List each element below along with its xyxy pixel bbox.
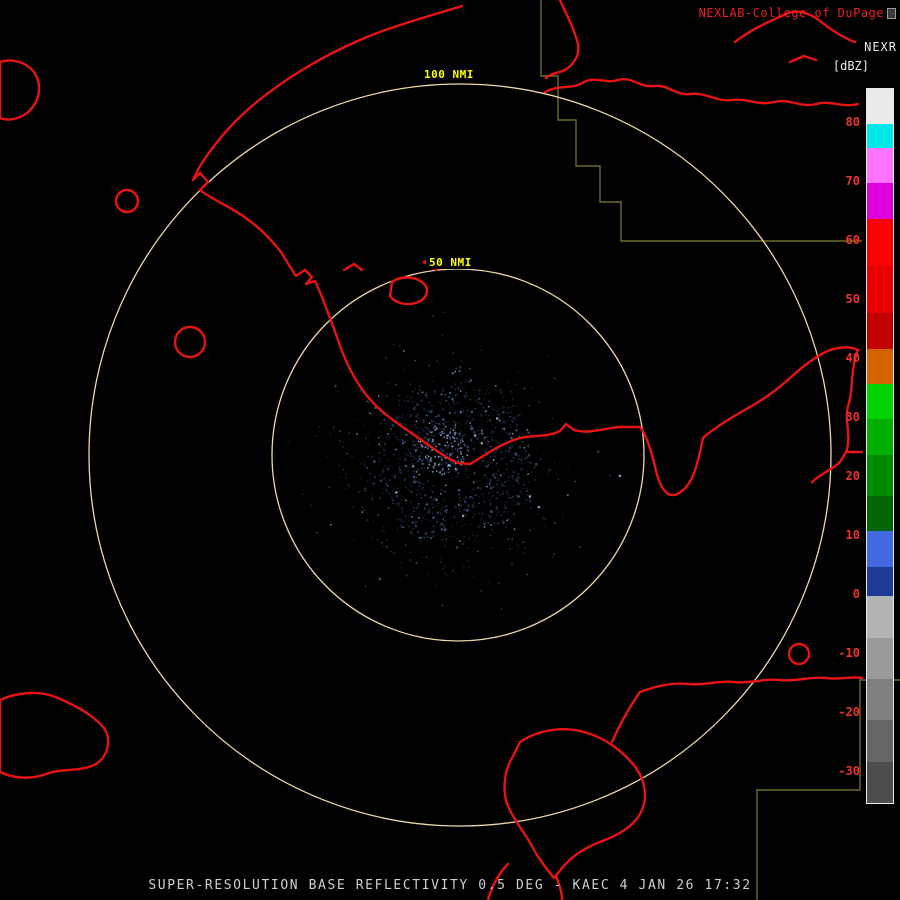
colorbar-segment [867, 638, 893, 679]
colorbar-tick: -10 [820, 646, 860, 660]
island-outline [0, 60, 39, 119]
truncated-glyph [887, 8, 896, 19]
colorbar-tick: 30 [820, 410, 860, 424]
boundary-line [541, 0, 862, 241]
colorbar-tick: 20 [820, 469, 860, 483]
colorbar-tick: -20 [820, 705, 860, 719]
coastline [546, 0, 578, 78]
coastline [790, 56, 816, 62]
island-outline [789, 644, 809, 664]
colorbar-segment [867, 219, 893, 266]
island-outline [390, 278, 427, 305]
range-ring-50nmi [272, 269, 644, 641]
colorbar-segment [867, 313, 893, 348]
island-outline [0, 693, 108, 778]
colorbar-segment [867, 596, 893, 637]
colorbar-segment [867, 89, 893, 124]
colorbar-tick: 40 [820, 351, 860, 365]
colorbar-tick: 70 [820, 174, 860, 188]
reflectivity-colorbar [866, 88, 894, 804]
coastlines [0, 0, 862, 900]
colorbar-segment [867, 567, 893, 597]
colorbar-segment [867, 384, 893, 419]
colorbar-tick: -30 [820, 764, 860, 778]
units-label: [dBZ] [833, 59, 869, 73]
colorbar-tick: 50 [820, 292, 860, 306]
colorbar-tick: 10 [820, 528, 860, 542]
colorbar-segment [867, 148, 893, 183]
island-outline [175, 327, 205, 357]
colorbar-tick: 60 [820, 233, 860, 247]
colorbar-segment [867, 419, 893, 454]
coastline [545, 79, 858, 105]
colorbar-segment [867, 720, 893, 761]
range-rings [89, 84, 831, 826]
colorbar-segment [867, 531, 893, 566]
colorbar-segment [867, 496, 893, 531]
colorbar-segment [867, 183, 893, 218]
range-ring-label-100nmi: 100 NMI [421, 68, 477, 81]
radar-map [0, 0, 900, 900]
range-ring-100nmi [89, 84, 831, 826]
colorbar-segment [867, 349, 893, 384]
colorbar-segment [867, 762, 893, 803]
island-outline [505, 729, 645, 878]
colorbar-tick: 80 [820, 115, 860, 129]
island-outline [344, 264, 362, 270]
colorbar-segment [867, 124, 893, 148]
colorbar-tick: 0 [820, 587, 860, 601]
coastline [193, 6, 858, 495]
colorbar-segment [867, 679, 893, 720]
island-outline [116, 190, 138, 212]
colorbar-segment [867, 455, 893, 496]
site-credit: NEXLAB-College of DuPage [699, 6, 884, 20]
range-ring-label-50nmi: 50 NMI [426, 256, 475, 269]
product-name: NEXR [864, 40, 897, 54]
colorbar-segment [867, 266, 893, 313]
product-caption: SUPER-RESOLUTION BASE REFLECTIVITY 0.5 D… [0, 878, 900, 893]
radar-display: NEXLAB-College of DuPage NEXR [dBZ] 100 … [0, 0, 900, 900]
